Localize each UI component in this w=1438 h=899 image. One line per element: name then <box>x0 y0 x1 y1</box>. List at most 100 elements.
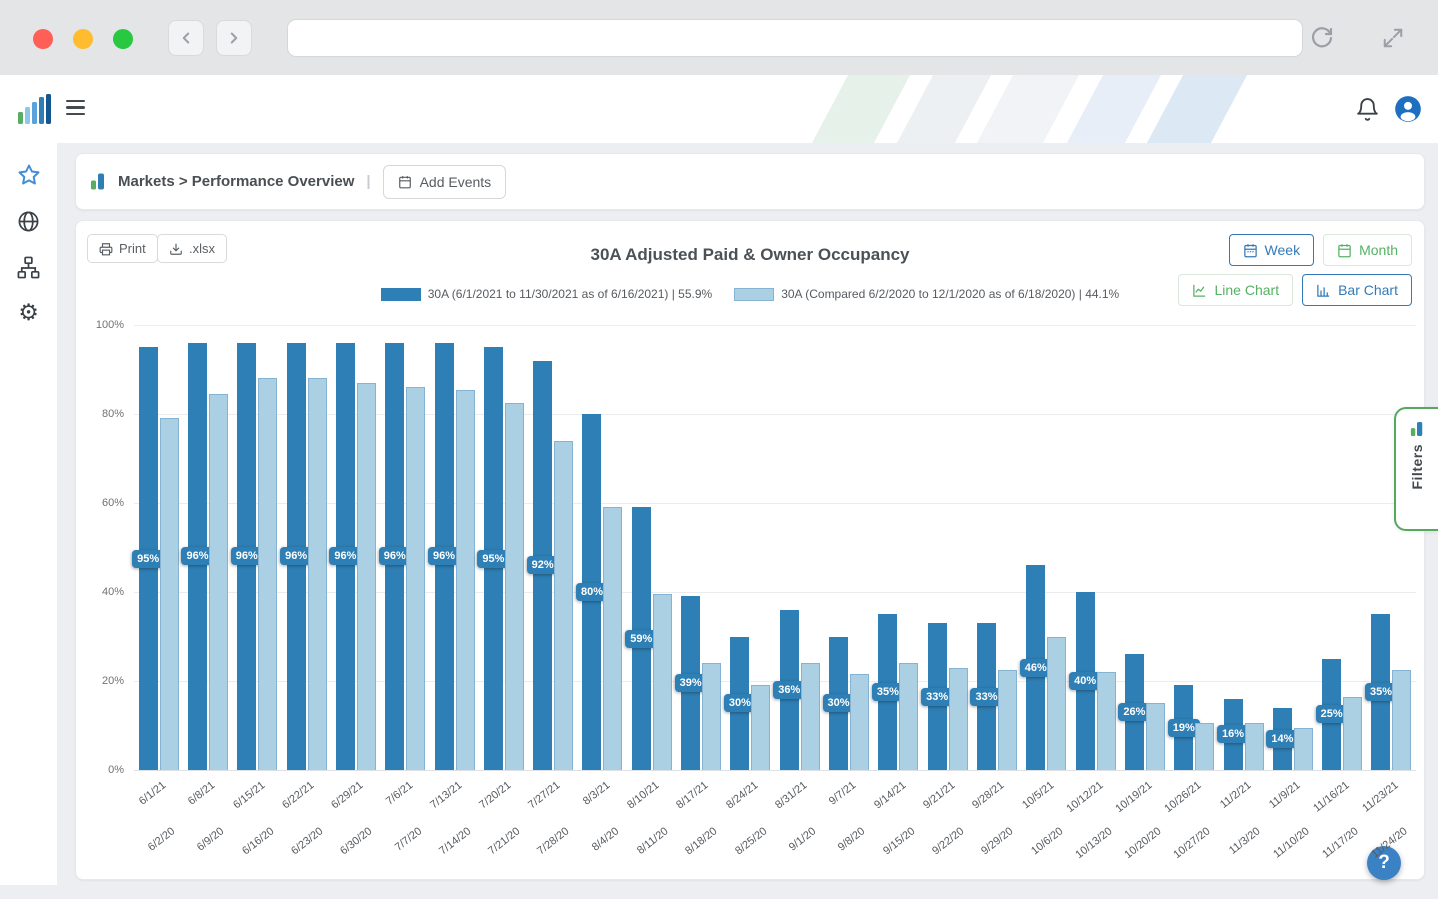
bar-compare-period[interactable] <box>505 403 524 770</box>
refresh-icon[interactable] <box>1310 26 1334 50</box>
bar-compare-period[interactable] <box>258 378 277 770</box>
bar-current-period[interactable]: 36% <box>780 610 799 770</box>
bar-group: 26%10/19/2110/20/20 <box>1120 325 1169 770</box>
y-tick-label: 100% <box>96 319 124 331</box>
x-axis-label-current: 9/14/21 <box>872 779 908 811</box>
user-avatar[interactable] <box>1394 95 1422 128</box>
x-axis-label-compare: 6/30/20 <box>338 825 374 857</box>
window-close-button[interactable] <box>33 29 53 49</box>
chart-card: Print .xlsx 30A Adjusted Paid & Owner Oc… <box>75 220 1425 880</box>
sidebar-item-favorites[interactable] <box>16 162 42 188</box>
x-axis-label-compare: 6/23/20 <box>289 825 325 857</box>
bar-current-period[interactable]: 30% <box>730 637 749 771</box>
bar-current-period[interactable]: 96% <box>336 343 355 770</box>
notifications-bell-icon[interactable] <box>1355 97 1380 127</box>
bar-current-period[interactable]: 96% <box>287 343 306 770</box>
bar-current-period[interactable]: 95% <box>484 347 503 770</box>
bar-compare-period[interactable] <box>209 394 228 770</box>
x-axis-label-compare: 9/29/20 <box>979 825 1015 857</box>
bar-current-period[interactable]: 16% <box>1224 699 1243 770</box>
bar-compare-period[interactable] <box>1343 697 1362 770</box>
x-axis-label-compare: 9/22/20 <box>930 825 966 857</box>
bar-compare-period[interactable] <box>702 663 721 770</box>
decorative-stripe <box>971 75 1086 143</box>
bar-compare-period[interactable] <box>1195 723 1214 770</box>
bar-current-period[interactable]: 35% <box>878 614 897 770</box>
bar-compare-period[interactable] <box>603 507 622 770</box>
bar-current-period[interactable]: 25% <box>1322 659 1341 770</box>
add-events-button[interactable]: Add Events <box>383 165 507 199</box>
bar-compare-period[interactable] <box>751 685 770 770</box>
x-axis-label-current: 7/20/21 <box>477 779 513 811</box>
chart-title: 30A Adjusted Paid & Owner Occupancy <box>76 245 1424 265</box>
bar-current-period[interactable]: 46% <box>1026 565 1045 770</box>
week-toggle-button[interactable]: Week <box>1229 234 1315 266</box>
bar-compare-period[interactable] <box>357 383 376 770</box>
bar-compare-period[interactable] <box>850 674 869 770</box>
bar-current-period[interactable]: 92% <box>533 361 552 770</box>
bar-current-period[interactable]: 33% <box>977 623 996 770</box>
bar-compare-period[interactable] <box>406 387 425 770</box>
x-axis-label-compare: 6/2/20 <box>146 825 177 853</box>
bar-compare-period[interactable] <box>1392 670 1411 770</box>
sidebar-item-markets[interactable] <box>16 208 42 234</box>
bar-current-period[interactable]: 96% <box>385 343 404 770</box>
chart-legend: 30A (6/1/2021 to 11/30/2021 as of 6/16/2… <box>76 287 1424 301</box>
bar-compare-period[interactable] <box>160 418 179 770</box>
window-zoom-button[interactable] <box>113 29 133 49</box>
sidebar-item-hierarchy[interactable] <box>16 254 42 280</box>
bar-compare-period[interactable] <box>308 378 327 770</box>
x-axis-label-compare: 8/25/20 <box>733 825 769 857</box>
brand-mark-icon <box>1410 421 1424 437</box>
browser-back-button[interactable] <box>168 20 204 56</box>
x-axis-label-current: 7/6/21 <box>383 779 414 807</box>
star-icon <box>17 163 41 187</box>
bar-group: 25%11/16/2111/17/20 <box>1318 325 1367 770</box>
bar-current-period[interactable]: 59% <box>632 507 651 770</box>
month-toggle-button[interactable]: Month <box>1323 234 1412 266</box>
bar-current-period[interactable]: 96% <box>435 343 454 770</box>
bar-compare-period[interactable] <box>899 663 918 770</box>
bar-compare-period[interactable] <box>998 670 1017 770</box>
filters-tab[interactable]: Filters <box>1394 407 1438 531</box>
bar-current-period[interactable]: 26% <box>1125 654 1144 770</box>
bar-current-period[interactable]: 39% <box>681 596 700 770</box>
menu-icon[interactable] <box>66 100 85 115</box>
browser-forward-button[interactable] <box>216 20 252 56</box>
bar-current-period[interactable]: 33% <box>928 623 947 770</box>
window-minimize-button[interactable] <box>73 29 93 49</box>
bar-group: 40%10/12/2110/13/20 <box>1071 325 1120 770</box>
sitemap-icon <box>17 256 40 279</box>
sidebar-item-settings[interactable]: ⚙ <box>16 300 42 326</box>
address-bar[interactable] <box>287 19 1303 57</box>
plot-area: 95%6/1/216/2/2096%6/8/216/9/2096%6/15/21… <box>134 325 1416 770</box>
x-axis-label-current: 6/1/21 <box>137 779 168 807</box>
bar-compare-period[interactable] <box>1047 637 1066 771</box>
bar-compare-period[interactable] <box>1097 672 1116 770</box>
bar-group: 92%7/27/217/28/20 <box>529 325 578 770</box>
bar-current-period[interactable]: 30% <box>829 637 848 771</box>
legend-swatch-compare <box>734 288 774 301</box>
bar-current-period[interactable]: 96% <box>188 343 207 770</box>
bar-compare-period[interactable] <box>1245 723 1264 770</box>
bar-compare-period[interactable] <box>653 594 672 770</box>
bar-compare-period[interactable] <box>554 441 573 770</box>
bar-compare-period[interactable] <box>456 390 475 770</box>
gridline <box>134 770 1416 771</box>
bar-compare-period[interactable] <box>1294 728 1313 770</box>
bar-current-period[interactable]: 19% <box>1174 685 1193 770</box>
app-logo[interactable] <box>18 94 52 129</box>
bar-current-period[interactable]: 40% <box>1076 592 1095 770</box>
bar-current-period[interactable]: 14% <box>1273 708 1292 770</box>
x-axis-label-compare: 11/3/20 <box>1227 825 1263 857</box>
bar-current-period[interactable]: 95% <box>139 347 158 770</box>
bar-current-period[interactable]: 80% <box>582 414 601 770</box>
x-axis-label-compare: 6/9/20 <box>195 825 226 853</box>
bar-current-period[interactable]: 96% <box>237 343 256 770</box>
bar-compare-period[interactable] <box>949 668 968 770</box>
bar-compare-period[interactable] <box>1146 703 1165 770</box>
bar-compare-period[interactable] <box>801 663 820 770</box>
x-axis-label-current: 8/10/21 <box>625 779 661 811</box>
fullscreen-icon[interactable] <box>1382 27 1404 49</box>
bar-current-period[interactable]: 35% <box>1371 614 1390 770</box>
